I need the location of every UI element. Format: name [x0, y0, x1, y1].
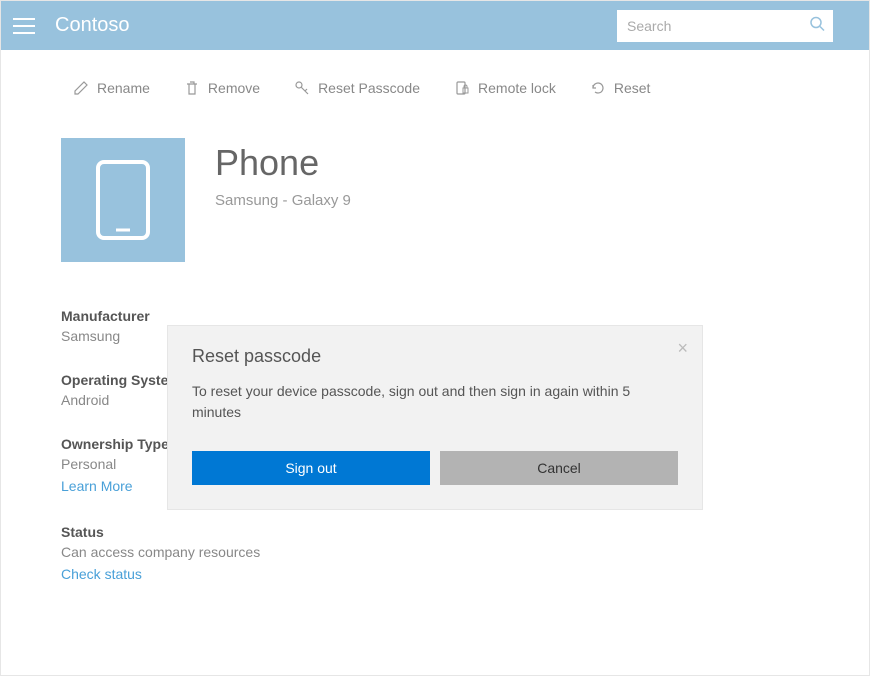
trash-icon: [184, 80, 200, 96]
rename-button[interactable]: Rename: [73, 80, 150, 96]
reset-button[interactable]: Reset: [590, 80, 651, 96]
reset-label: Reset: [614, 80, 651, 96]
learn-more-link[interactable]: Learn More: [61, 478, 133, 494]
toolbar: Rename Remove Reset Passcode Remote lock…: [1, 50, 869, 116]
device-lock-icon: [454, 80, 470, 96]
key-icon: [294, 80, 310, 96]
remove-label: Remove: [208, 80, 260, 96]
reset-passcode-dialog: × Reset passcode To reset your device pa…: [167, 325, 703, 510]
phone-icon: [96, 160, 150, 240]
reset-passcode-button[interactable]: Reset Passcode: [294, 80, 420, 96]
reset-icon: [590, 80, 606, 96]
check-status-link[interactable]: Check status: [61, 566, 142, 582]
search-icon[interactable]: [809, 15, 825, 36]
device-title: Phone: [215, 142, 351, 184]
brand-title: Contoso: [55, 14, 130, 37]
search-input[interactable]: [617, 10, 833, 42]
cancel-button[interactable]: Cancel: [440, 451, 678, 485]
reset-passcode-label: Reset Passcode: [318, 80, 420, 96]
sign-out-button[interactable]: Sign out: [192, 451, 430, 485]
remote-lock-button[interactable]: Remote lock: [454, 80, 556, 96]
manufacturer-label: Manufacturer: [61, 308, 809, 324]
close-icon[interactable]: ×: [677, 338, 688, 359]
top-bar: Contoso: [1, 1, 869, 50]
remote-lock-label: Remote lock: [478, 80, 556, 96]
device-subtitle: Samsung - Galaxy 9: [215, 192, 351, 209]
pencil-icon: [73, 80, 89, 96]
status-label: Status: [61, 524, 809, 540]
rename-label: Rename: [97, 80, 150, 96]
device-tile: [61, 138, 185, 262]
dialog-body: To reset your device passcode, sign out …: [192, 381, 678, 423]
device-header: Phone Samsung - Galaxy 9: [61, 138, 809, 262]
dialog-title: Reset passcode: [192, 346, 678, 367]
remove-button[interactable]: Remove: [184, 80, 260, 96]
menu-icon[interactable]: [13, 14, 37, 38]
search-wrap: [617, 10, 833, 42]
status-value: Can access company resources: [61, 544, 809, 560]
